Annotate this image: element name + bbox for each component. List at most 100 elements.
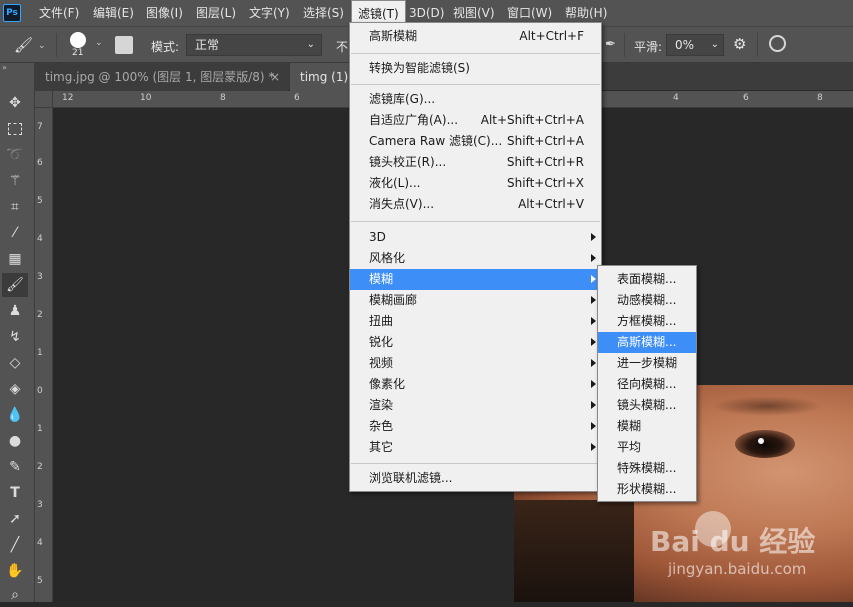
menu-item-label: 模糊: [369, 272, 394, 286]
submenu-item-motion-blur[interactable]: 动感模糊...: [598, 290, 696, 311]
dodge-icon[interactable]: ●: [2, 429, 28, 453]
menu-item-convert-smart[interactable]: 转换为智能滤镜(S): [350, 58, 601, 79]
brush-tool-icon[interactable]: 🖌: [2, 273, 28, 297]
menu-item-label: 动感模糊...: [617, 293, 677, 307]
brush-panel-icon[interactable]: [115, 36, 133, 54]
menu-item-camera-raw[interactable]: Camera Raw 滤镜(C)... Shift+Ctrl+A: [350, 131, 601, 152]
menu-item-label: 平均: [617, 440, 642, 454]
ruler-label: 8: [220, 93, 226, 103]
menu-item-lens-correction[interactable]: 镜头校正(R)... Shift+Ctrl+R: [350, 152, 601, 173]
menu-item-distort[interactable]: 扭曲: [350, 311, 601, 332]
healing-icon[interactable]: ▦: [2, 247, 28, 271]
ruler-label: 3: [37, 500, 43, 510]
submenu-item-blur-more[interactable]: 进一步模糊: [598, 353, 696, 374]
submenu-arrow-icon: [591, 233, 596, 241]
history-brush-icon[interactable]: ↯: [2, 325, 28, 349]
mode-select[interactable]: 正常 ⌄: [186, 34, 322, 56]
menu-item-sharpen[interactable]: 锐化: [350, 332, 601, 353]
menu-item-label: 浏览联机滤镜...: [369, 471, 453, 485]
submenu-item-radial-blur[interactable]: 径向模糊...: [598, 374, 696, 395]
marquee-icon[interactable]: [2, 117, 28, 141]
submenu-item-blur[interactable]: 模糊: [598, 416, 696, 437]
submenu-item-box-blur[interactable]: 方框模糊...: [598, 311, 696, 332]
menu-item-pixelate[interactable]: 像素化: [350, 374, 601, 395]
brush-icon[interactable]: 🖌: [14, 36, 33, 54]
menu-item-label: 高斯模糊: [369, 29, 418, 43]
type-icon[interactable]: T: [2, 481, 28, 505]
lasso-icon[interactable]: ➰: [2, 143, 28, 167]
menu-file[interactable]: 文件(F): [33, 0, 85, 26]
ruler-label: 5: [37, 196, 43, 206]
submenu-item-lens-blur[interactable]: 镜头模糊...: [598, 395, 696, 416]
mode-value: 正常: [195, 38, 220, 52]
menu-item-label: 杂色: [369, 419, 394, 433]
close-icon[interactable]: ×: [270, 63, 280, 91]
blur-icon[interactable]: 💧: [2, 403, 28, 427]
stamp-icon[interactable]: ♟: [2, 299, 28, 323]
mode-label: 模式:: [151, 40, 180, 54]
menu-item-shortcut: Shift+Ctrl+R: [506, 155, 584, 169]
chevron-down-icon[interactable]: ⌄: [38, 41, 46, 51]
magic-wand-icon[interactable]: ⚚: [2, 169, 28, 193]
filter-menu: 高斯模糊 Alt+Ctrl+F 转换为智能滤镜(S) 滤镜库(G)... 自适应…: [349, 22, 602, 492]
menu-item-adaptive-wide[interactable]: 自适应广角(A)... Alt+Shift+Ctrl+A: [350, 110, 601, 131]
menu-item-stylize[interactable]: 风格化: [350, 248, 601, 269]
menu-item-render[interactable]: 渲染: [350, 395, 601, 416]
bucket-icon[interactable]: ◈: [2, 377, 28, 401]
menu-item-noise[interactable]: 杂色: [350, 416, 601, 437]
chevron-down-icon[interactable]: ⌄: [95, 38, 103, 48]
eyedropper-icon[interactable]: ⁄: [2, 221, 28, 245]
submenu-item-gaussian-blur[interactable]: 高斯模糊...: [598, 332, 696, 353]
menu-item-browse-online[interactable]: 浏览联机滤镜...: [350, 468, 601, 489]
menu-item-liquify[interactable]: 液化(L)... Shift+Ctrl+X: [350, 173, 601, 194]
divider: [757, 33, 758, 57]
collapse-icon[interactable]: »: [0, 63, 7, 72]
pressure-icon[interactable]: [769, 35, 786, 52]
pen-icon[interactable]: ✎: [2, 455, 28, 479]
menu-separator: [351, 53, 600, 54]
menu-item-blur[interactable]: 模糊: [350, 269, 601, 290]
line-icon[interactable]: ╱: [2, 533, 28, 557]
menu-item-label: Camera Raw 滤镜(C)...: [369, 134, 503, 148]
smoothing-input[interactable]: 0% ⌄: [666, 34, 724, 56]
ruler-label: 10: [140, 93, 152, 103]
menu-item-label: 高斯模糊...: [617, 335, 677, 349]
menu-type[interactable]: 文字(Y): [243, 0, 296, 26]
submenu-item-surface-blur[interactable]: 表面模糊...: [598, 269, 696, 290]
menu-item-video[interactable]: 视频: [350, 353, 601, 374]
menu-item-label: 镜头校正(R)...: [369, 155, 447, 169]
menu-item-vanishing-point[interactable]: 消失点(V)... Alt+Ctrl+V: [350, 194, 601, 215]
tab-timg[interactable]: timg.jpg @ 100% (图层 1, 图层蒙版/8) * ×: [35, 63, 288, 91]
zoom-icon[interactable]: ⌕: [2, 583, 28, 607]
brush-preset-icon[interactable]: [70, 32, 86, 48]
crop-icon[interactable]: ⌗: [2, 195, 28, 219]
ruler-label: 5: [37, 576, 43, 586]
menu-edit[interactable]: 编辑(E): [87, 0, 140, 26]
opacity-label: 不: [336, 40, 349, 54]
hand-icon[interactable]: ✋: [2, 559, 28, 583]
menu-item-shortcut: Shift+Ctrl+A: [507, 134, 584, 148]
move-icon[interactable]: ✥: [2, 91, 28, 115]
menu-separator: [351, 463, 600, 464]
ps-logo-icon[interactable]: Ps: [3, 4, 21, 22]
airbrush-icon[interactable]: ✒: [605, 37, 616, 52]
submenu-item-smart-blur[interactable]: 特殊模糊...: [598, 458, 696, 479]
submenu-item-shape-blur[interactable]: 形状模糊...: [598, 479, 696, 500]
menu-item-3d[interactable]: 3D: [350, 227, 601, 248]
menu-item-last-filter[interactable]: 高斯模糊 Alt+Ctrl+F: [350, 26, 601, 47]
ruler-label: 4: [37, 538, 43, 548]
path-select-icon[interactable]: ➚: [2, 507, 28, 531]
menu-item-blur-gallery[interactable]: 模糊画廊: [350, 290, 601, 311]
submenu-arrow-icon: [591, 254, 596, 262]
menu-image[interactable]: 图像(I): [140, 0, 189, 26]
submenu-item-average[interactable]: 平均: [598, 437, 696, 458]
photo-eye: [735, 430, 795, 458]
eraser-icon[interactable]: ◇: [2, 351, 28, 375]
gear-icon[interactable]: ⚙: [733, 35, 746, 53]
smoothing-label: 平滑:: [634, 40, 663, 54]
menu-item-other[interactable]: 其它: [350, 437, 601, 458]
menu-item-filter-gallery[interactable]: 滤镜库(G)...: [350, 89, 601, 110]
menu-select[interactable]: 选择(S): [297, 0, 350, 26]
menu-layer[interactable]: 图层(L): [190, 0, 242, 26]
tab-label: timg.jpg @ 100% (图层 1, 图层蒙版/8) *: [45, 70, 275, 84]
